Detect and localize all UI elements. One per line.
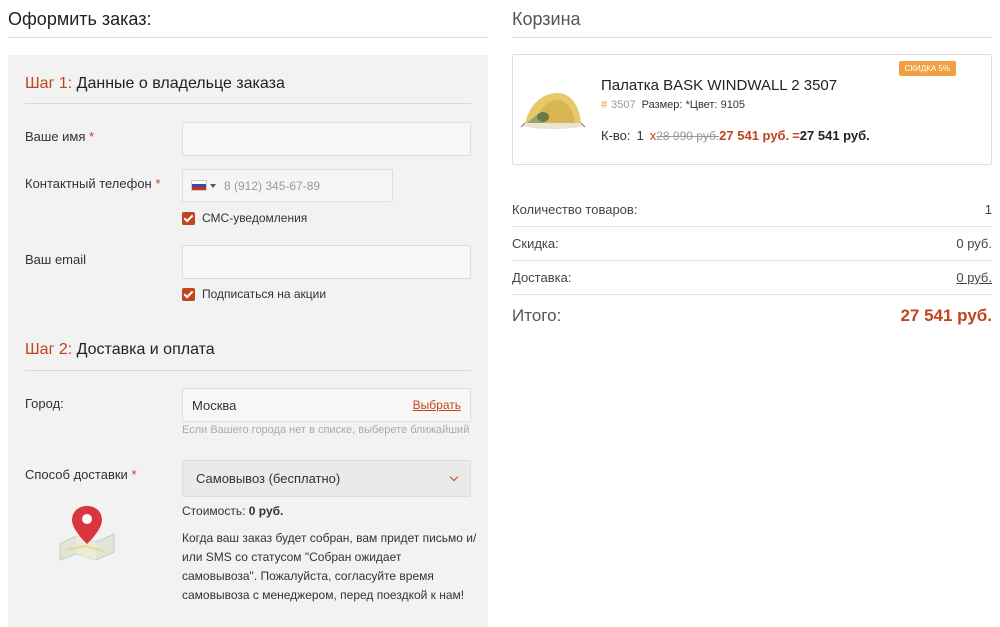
- qty-value[interactable]: 1: [637, 128, 644, 143]
- city-hint: Если Вашего города нет в списке, выберет…: [182, 424, 470, 436]
- delivery-description: Когда ваш заказ будет собран, вам придет…: [182, 531, 477, 602]
- summary-label: Скидка:: [512, 236, 559, 251]
- product-sku: 3507: [611, 99, 636, 111]
- step2-number: Шаг 2:: [25, 341, 73, 358]
- delivery-label-text: Способ доставки: [25, 467, 128, 482]
- summary-label: Количество товаров:: [512, 202, 638, 217]
- total-row: Итого: 27 541 руб.: [512, 306, 992, 326]
- product-qty-price: К-во: 1 x 28 990 руб. 27 541 руб. = 27 5…: [601, 128, 870, 143]
- country-dropdown-icon[interactable]: [210, 183, 216, 188]
- discount-badge: СКИДКА 5%: [898, 61, 956, 76]
- equals-sign: =: [792, 128, 800, 143]
- cost-value: 0 руб.: [248, 504, 284, 518]
- step2-heading: Шаг 2: Доставка и оплата: [25, 341, 215, 359]
- required-mark: *: [155, 176, 161, 191]
- page-title: Оформить заказ:: [8, 9, 152, 29]
- delivery-label: Способ доставки *: [25, 467, 137, 482]
- city-value: Москва: [192, 397, 237, 413]
- delivery-cost-link[interactable]: 0 руб.: [956, 270, 992, 285]
- required-mark: *: [131, 467, 137, 482]
- email-label: Ваш email: [25, 252, 87, 267]
- step1-number: Шаг 1:: [25, 75, 73, 92]
- city-label: Город:: [25, 396, 64, 411]
- delivery-select[interactable]: Самовывоз (бесплатно): [182, 460, 471, 497]
- summary-value: 1: [984, 202, 992, 217]
- cart-title: Корзина: [512, 9, 581, 29]
- sms-checkbox[interactable]: [182, 211, 195, 225]
- step1-heading: Шаг 1: Данные о владельце заказа: [25, 75, 285, 93]
- hash-icon: #: [601, 99, 608, 111]
- city-choose-link[interactable]: Выбрать: [413, 398, 461, 412]
- phone-label: Контактный телефон *: [25, 176, 160, 191]
- phone-placeholder: 8 (912) 345-67-89: [224, 178, 321, 193]
- delivery-cost: Стоимость: 0 руб.: [182, 504, 283, 518]
- divider: [25, 370, 471, 371]
- cost-label: Стоимость:: [182, 504, 246, 518]
- city-field[interactable]: Москва Выбрать: [182, 388, 471, 422]
- name-input[interactable]: [182, 122, 471, 156]
- new-price: 27 541 руб.: [719, 128, 790, 143]
- divider: [512, 294, 992, 295]
- tent-image[interactable]: [519, 83, 587, 131]
- total-label: Итого:: [512, 306, 562, 325]
- name-label-text: Ваше имя: [25, 129, 86, 144]
- summary-delivery-row: Доставка: 0 руб.: [512, 270, 992, 285]
- delivery-select-value: Самовывоз (бесплатно): [196, 471, 341, 486]
- required-mark: *: [89, 129, 95, 144]
- line-total: 27 541 руб.: [799, 128, 870, 143]
- cart-product-card: СКИДКА 5% Палатка BASK WINDWALL 2 3507 #…: [512, 54, 992, 165]
- sms-checkbox-row[interactable]: СМС-уведомления: [182, 211, 307, 225]
- summary-count-row: Количество товаров: 1: [512, 202, 992, 217]
- divider: [512, 37, 992, 38]
- divider: [512, 226, 992, 227]
- qty-label: К-во:: [601, 128, 631, 143]
- divider: [8, 37, 488, 38]
- phone-label-text: Контактный телефон: [25, 176, 152, 191]
- flag-ru-icon[interactable]: [191, 180, 207, 191]
- old-price: 28 990 руб.: [656, 129, 720, 143]
- sms-label: СМС-уведомления: [202, 211, 308, 225]
- summary-discount-row: Скидка: 0 руб.: [512, 236, 992, 251]
- phone-input[interactable]: 8 (912) 345-67-89: [182, 169, 393, 202]
- subscribe-checkbox[interactable]: [182, 287, 195, 301]
- divider: [512, 260, 992, 261]
- product-attributes: Размер: *Цвет: 9105: [641, 99, 746, 111]
- name-label: Ваше имя *: [25, 129, 94, 144]
- divider: [25, 103, 471, 104]
- form-panel: Шаг 1: Данные о владельце заказа Ваше им…: [8, 55, 488, 627]
- summary-value: 0 руб.: [956, 236, 992, 251]
- product-name[interactable]: Палатка BASK WINDWALL 2 3507: [601, 77, 837, 94]
- summary-label: Доставка:: [512, 270, 572, 285]
- chevron-down-icon: [449, 472, 459, 481]
- total-value: 27 541 руб.: [900, 306, 992, 325]
- product-meta: # 3507 Размер: *Цвет: 9105: [601, 99, 745, 111]
- subscribe-checkbox-row[interactable]: Подписаться на акции: [182, 287, 326, 301]
- step2-title: Доставка и оплата: [76, 341, 215, 358]
- map-pin-icon: [59, 506, 115, 561]
- step1-title: Данные о владельце заказа: [76, 75, 285, 92]
- email-input[interactable]: [182, 245, 471, 279]
- subscribe-label: Подписаться на акции: [202, 287, 327, 301]
